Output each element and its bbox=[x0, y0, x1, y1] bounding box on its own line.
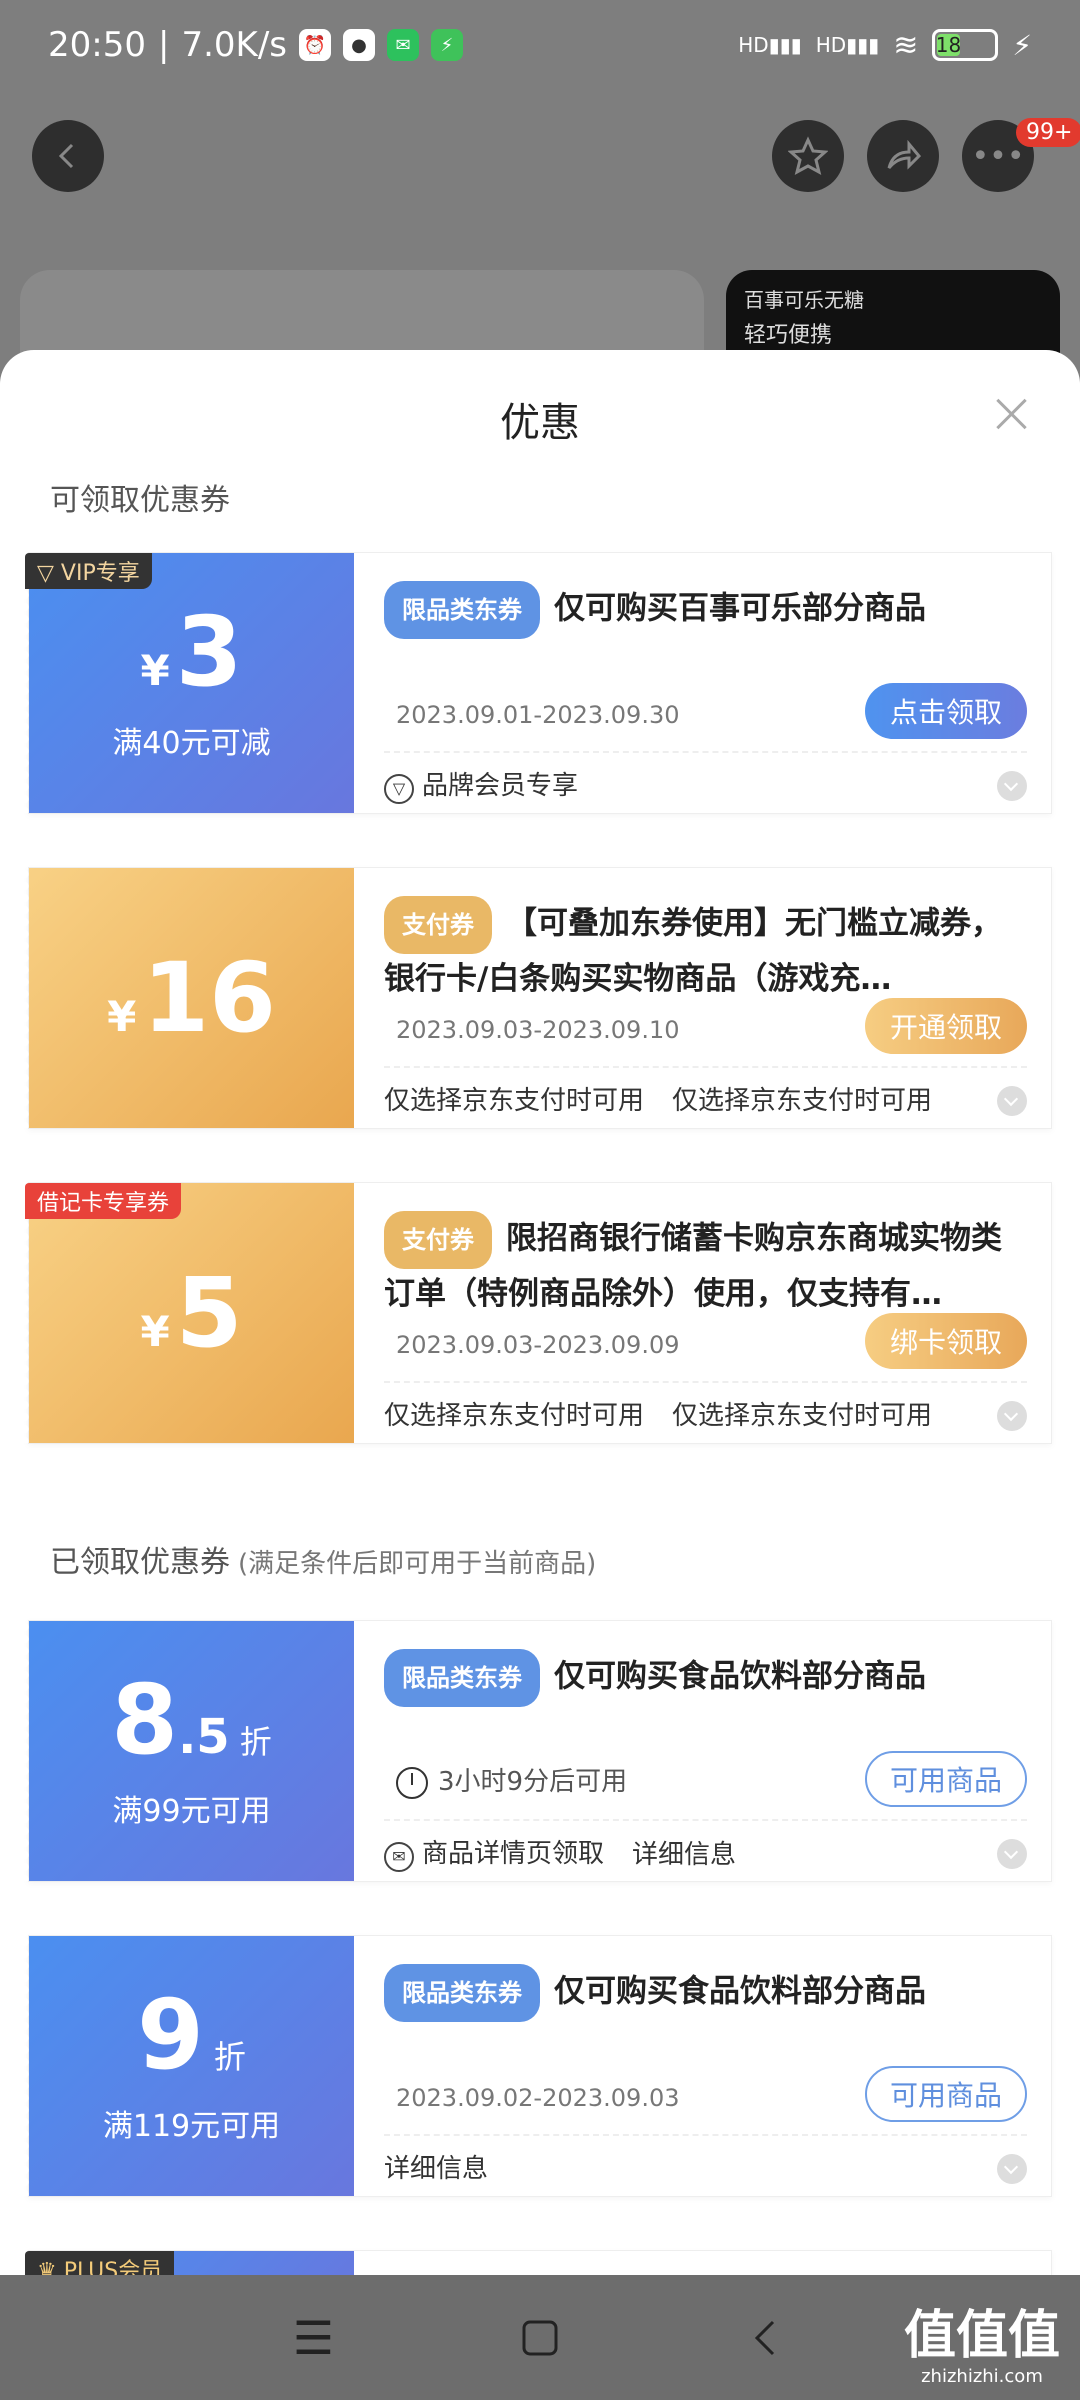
coupon-value-panel: ▽ VIP专享 ¥3 满40元可减 bbox=[24, 553, 354, 813]
coupon-value-panel: ♛ PLUS会员 bbox=[24, 2251, 354, 2275]
network-speed: 7.0K/s bbox=[181, 25, 287, 65]
coupon-amount: ¥16 bbox=[107, 942, 276, 1054]
coupon-card: ¥16 支付券 【可叠加东券使用】无门槛立减券，银行卡/白条购买实物商品（游戏充…… bbox=[24, 867, 1052, 1129]
ad-brand: 百事可乐无糖 bbox=[744, 288, 864, 312]
section-received-title: 已领取优惠券 (满足条件后即可用于当前商品) bbox=[50, 1545, 597, 1580]
divider bbox=[384, 1819, 1027, 1821]
coupon-sheet: 优惠 可领取优惠券 ▽ VIP专享 ¥3 满40元可减 限品类东券 仅可购买百事可… bbox=[0, 350, 1080, 2275]
coupon-amount: ¥3 bbox=[140, 596, 243, 708]
divider: | bbox=[157, 25, 170, 65]
coupon-card: ▽ VIP专享 ¥3 满40元可减 限品类东券 仅可购买百事可乐部分商品 2023… bbox=[24, 552, 1052, 814]
close-icon[interactable] bbox=[992, 394, 1032, 434]
coupon-value-panel: 借记卡专享券 ¥5 bbox=[24, 1183, 354, 1443]
ad-slogan: 轻巧便携 bbox=[744, 323, 833, 348]
coupon-value-panel: 9折 满119元可用 bbox=[24, 1936, 354, 2196]
usable-products-button[interactable]: 可用商品 bbox=[865, 2066, 1027, 2122]
status-bar: 20:50 | 7.0K/s ⏰ ● ✉ ⚡ HD▮▮▮ HD▮▮▮ ≋ 18 … bbox=[0, 0, 1080, 90]
coupon-type-pill: 限品类东券 bbox=[384, 1964, 540, 2022]
chevron-down-icon[interactable] bbox=[997, 2154, 1027, 2184]
coupon-description: 限品类东券 仅可购买食品饮料部分商品 bbox=[384, 1964, 1027, 2022]
coupon-condition: 满40元可减 bbox=[112, 726, 271, 761]
section-received-subtitle: (满足条件后即可用于当前商品) bbox=[238, 1549, 597, 1579]
coupon-card: 9折 满119元可用 限品类东券 仅可购买食品饮料部分商品 2023.09.02-… bbox=[24, 1935, 1052, 2197]
coupon-type-pill: 支付券 bbox=[384, 896, 492, 954]
coupon-condition: 满99元可用 bbox=[112, 1794, 271, 1829]
coupon-card: 8.5 折 满99元可用 限品类东券 仅可购买食品饮料部分商品 3小时9分后可用 可… bbox=[24, 1620, 1052, 1882]
notification-badge: 99+ bbox=[1016, 118, 1080, 147]
chevron-left-icon bbox=[58, 143, 74, 169]
sheet-title: 优惠 bbox=[500, 400, 580, 446]
menu-icon[interactable]: ☰ bbox=[283, 2308, 343, 2368]
charging-icon: ⚡ bbox=[1012, 28, 1032, 62]
favorite-button[interactable] bbox=[772, 120, 844, 192]
coupon-amount: 9折 bbox=[137, 1979, 246, 2091]
coupon-footer: 仅选择京东支付时可用 仅选择京东支付时可用 bbox=[384, 1086, 933, 1116]
back-nav-icon[interactable] bbox=[737, 2308, 797, 2368]
coupon-date: 2023.09.01-2023.09.30 bbox=[396, 701, 680, 729]
section-available-title: 可领取优惠券 bbox=[50, 483, 230, 518]
app-notification-icon: ● bbox=[343, 29, 375, 61]
details-link[interactable]: 详细信息 bbox=[384, 2148, 488, 2185]
more-icon: ••• bbox=[971, 138, 1025, 174]
usable-products-button[interactable]: 可用商品 bbox=[865, 1751, 1027, 1807]
coupon-type-pill: 限品类东券 bbox=[384, 1649, 540, 1707]
charging-app-icon: ⚡ bbox=[431, 29, 463, 61]
coupon-availability-time: 3小时9分后可用 bbox=[396, 1761, 627, 1799]
coupon-value-panel: ¥16 bbox=[24, 868, 354, 1128]
vip-member-icon: ▽ bbox=[384, 773, 414, 804]
star-icon bbox=[788, 136, 828, 175]
wechat-icon: ✉ bbox=[387, 29, 419, 61]
debit-card-tag: 借记卡专享券 bbox=[25, 1183, 182, 1219]
clock-icon bbox=[396, 1766, 428, 1799]
coupon-value-panel: 8.5 折 满99元可用 bbox=[24, 1621, 354, 1881]
battery-icon: 18 bbox=[932, 29, 999, 61]
coupon-description: 支付券 限招商银行储蓄卡购京东商城实物类订单（特例商品除外）使用，仅支持有… bbox=[384, 1211, 1027, 1311]
alarm-icon: ⏰ bbox=[299, 29, 331, 61]
back-button[interactable] bbox=[32, 120, 104, 192]
share-button[interactable] bbox=[867, 120, 939, 192]
coupon-description: 限品类东券 仅可购买百事可乐部分商品 bbox=[384, 581, 1027, 639]
coupon-type-pill: 限品类东券 bbox=[384, 581, 540, 639]
watermark-logo: 值值值 zhizhizhi.com bbox=[903, 2306, 1060, 2387]
divider bbox=[384, 1066, 1027, 1068]
bind-card-claim-button[interactable]: 绑卡领取 bbox=[865, 1313, 1027, 1369]
clock: 20:50 bbox=[48, 25, 146, 65]
open-and-claim-button[interactable]: 开通领取 bbox=[865, 998, 1027, 1054]
coupon-card: 借记卡专享券 ¥5 支付券 限招商银行储蓄卡购京东商城实物类订单（特例商品除外）使… bbox=[24, 1182, 1052, 1444]
chevron-down-icon[interactable] bbox=[997, 1086, 1027, 1116]
vip-tag: ▽ VIP专享 bbox=[25, 553, 152, 589]
coupon-footer: 仅选择京东支付时可用 仅选择京东支付时可用 bbox=[384, 1401, 933, 1431]
battery-level: 18 bbox=[935, 33, 962, 57]
coupon-description: 支付券 【可叠加东券使用】无门槛立减券，银行卡/白条购买实物商品（游戏充… bbox=[384, 896, 1027, 996]
plus-member-tag: ♛ PLUS会员 bbox=[25, 2251, 175, 2275]
signal-icon-2: HD▮▮▮ bbox=[815, 33, 880, 57]
wifi-icon: ≋ bbox=[893, 27, 919, 63]
divider bbox=[384, 1381, 1027, 1383]
product-page-icon: ✉ bbox=[384, 1841, 414, 1872]
coupon-footer: ✉ 商品详情页领取 详细信息 bbox=[384, 1833, 736, 1872]
coupon-amount: ¥5 bbox=[140, 1257, 243, 1369]
coupon-footer: ▽ 品牌会员专享 bbox=[384, 765, 578, 804]
signal-icon-1: HD▮▮▮ bbox=[738, 33, 802, 57]
chevron-down-icon[interactable] bbox=[997, 1401, 1027, 1431]
claim-button[interactable]: 点击领取 bbox=[865, 683, 1027, 739]
coupon-date: 2023.09.02-2023.09.03 bbox=[396, 2084, 680, 2112]
details-link[interactable]: 详细信息 bbox=[632, 1834, 736, 1871]
coupon-condition: 满119元可用 bbox=[102, 2109, 281, 2144]
coupon-date: 2023.09.03-2023.09.10 bbox=[396, 1016, 680, 1044]
divider bbox=[384, 751, 1027, 753]
home-icon[interactable] bbox=[510, 2308, 570, 2368]
coupon-footer: 详细信息 bbox=[384, 2148, 488, 2185]
chevron-down-icon[interactable] bbox=[997, 771, 1027, 801]
coupon-description: 限品类东券 仅可购买食品饮料部分商品 bbox=[384, 1649, 1027, 1707]
coupon-card-partial: ♛ PLUS会员 bbox=[24, 2250, 1052, 2275]
divider bbox=[384, 2134, 1027, 2136]
chevron-down-icon[interactable] bbox=[997, 1839, 1027, 1869]
coupon-type-pill: 支付券 bbox=[384, 1211, 492, 1269]
coupon-date: 2023.09.03-2023.09.09 bbox=[396, 1331, 680, 1359]
share-icon bbox=[887, 139, 922, 170]
coupon-amount: 8.5 折 bbox=[111, 1664, 272, 1776]
